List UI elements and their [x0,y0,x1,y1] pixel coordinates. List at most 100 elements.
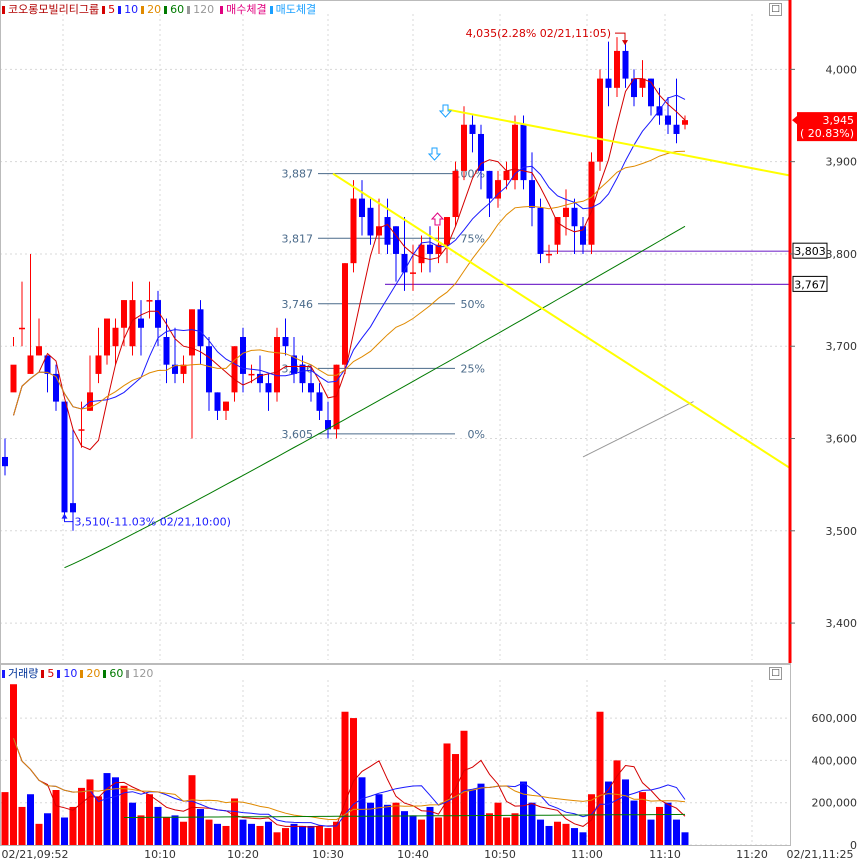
price-tick-label: 3,800 [826,248,858,261]
volume-bar [681,832,689,845]
volume-bar [392,802,400,845]
high-marker-arrow-icon [622,40,628,46]
price-tick-label: 3,700 [826,340,858,353]
candle-body [282,337,289,347]
price-tick-label: 3,900 [826,156,858,169]
volume-bar [171,815,179,845]
candle-body [206,346,212,393]
volume-bar [231,798,238,845]
candle-body [622,50,629,79]
price-tick-label: 3,400 [826,617,858,630]
volume-bar [299,825,306,845]
candle-body [27,355,34,374]
candle-body [129,300,136,347]
candle-body [2,456,8,467]
candle-body [138,318,144,328]
volume-bar [384,804,391,845]
candle-body [427,244,433,254]
volume-bar [358,777,366,845]
candle-body [248,373,255,376]
candle-body [571,207,578,227]
volume-bar [129,802,136,845]
axes-layer: 3,4003,5003,6003,7003,8003,9004,0000200,… [0,0,858,861]
volume-bar [622,779,629,845]
candle-body [299,364,306,384]
volume-bar [571,828,578,845]
volume-bar [460,730,468,845]
candle-body [469,124,476,134]
volume-bar [112,777,119,845]
volume-bar [554,821,561,845]
price-tick-label: 4,000 [826,63,858,76]
volume-bar [545,825,553,845]
volume-bar [316,825,323,845]
candle-body [112,327,119,347]
volume-bar [18,806,26,845]
chart-window: 코오롱모빌리티그룹 5 10 20 60 120 매수체결 매도체결 □ 거래량 5 10 20 60… [0,0,859,863]
candle-body [673,124,680,134]
time-tick-label: 11:10 [649,848,681,861]
volume-bar [154,806,162,845]
candle-body [554,217,561,245]
volume-bar [579,832,587,845]
candle-body [19,327,25,330]
volume-bar [103,773,111,845]
chart-svg: 3,887 100%3,817 75%3,746 50%3,676 25%3,605 0%… [0,0,858,861]
volume-tick-label: 400,000 [812,754,858,767]
volume-bar [256,825,264,845]
candle-body [384,217,391,245]
candle-body [503,170,510,181]
volume-bar [375,794,383,845]
fibonacci-price-label: 3,746 [282,298,314,311]
fibonacci-pct-label: 75% [461,232,485,245]
time-tick-label: 10:10 [144,848,176,861]
candle-body [265,383,272,393]
candle-body [452,170,459,218]
volume-tick-label: 200,000 [812,797,858,810]
level-value-label: 3,803 [794,245,826,258]
candle-body [350,198,357,264]
candle-body [478,133,484,171]
candle-body [95,355,102,374]
volume-bar [537,819,544,845]
candle-body [546,253,552,256]
volume-bar [664,802,672,845]
candle-body [359,198,365,218]
sell-execution-arrow-icon [427,147,442,161]
candle-body [665,115,671,125]
fibonacci-price-label: 3,605 [282,428,314,441]
volume-bar [1,792,9,845]
descending-trendline [332,172,791,469]
candle-body [223,401,229,411]
volume-bar [95,796,102,845]
candle-body [70,503,76,513]
volume-bar [426,806,434,845]
time-tick-label: 02/21,09:52 [2,848,69,861]
volume-bar [341,711,349,845]
volume-bar [562,823,570,845]
time-tick-label: 11:00 [571,848,603,861]
volume-bar [265,821,272,845]
volume-bar [27,794,34,845]
volume-bar [180,821,187,845]
volume-bar [486,813,493,845]
candle-body [486,170,493,199]
volume-bar [418,819,425,845]
volume-bar [273,832,281,845]
time-tick-label: 10:20 [227,848,259,861]
volume-bar [452,754,459,845]
candle-body [461,124,467,171]
candle-body [274,337,280,393]
volume-bar [290,823,298,845]
volume-bar [469,790,476,845]
volume-bar [494,802,502,845]
fibonacci-pct-label: 25% [461,362,485,375]
volume-bar [596,711,604,845]
high-annotation: 4,035(2.28% 02/21,11:05) [466,27,611,40]
ma5-line [13,78,686,451]
volume-bars [1,684,689,845]
volume-bar [120,785,128,845]
candle-body [367,207,374,236]
candle-body [597,78,603,162]
candle-body [10,364,17,393]
